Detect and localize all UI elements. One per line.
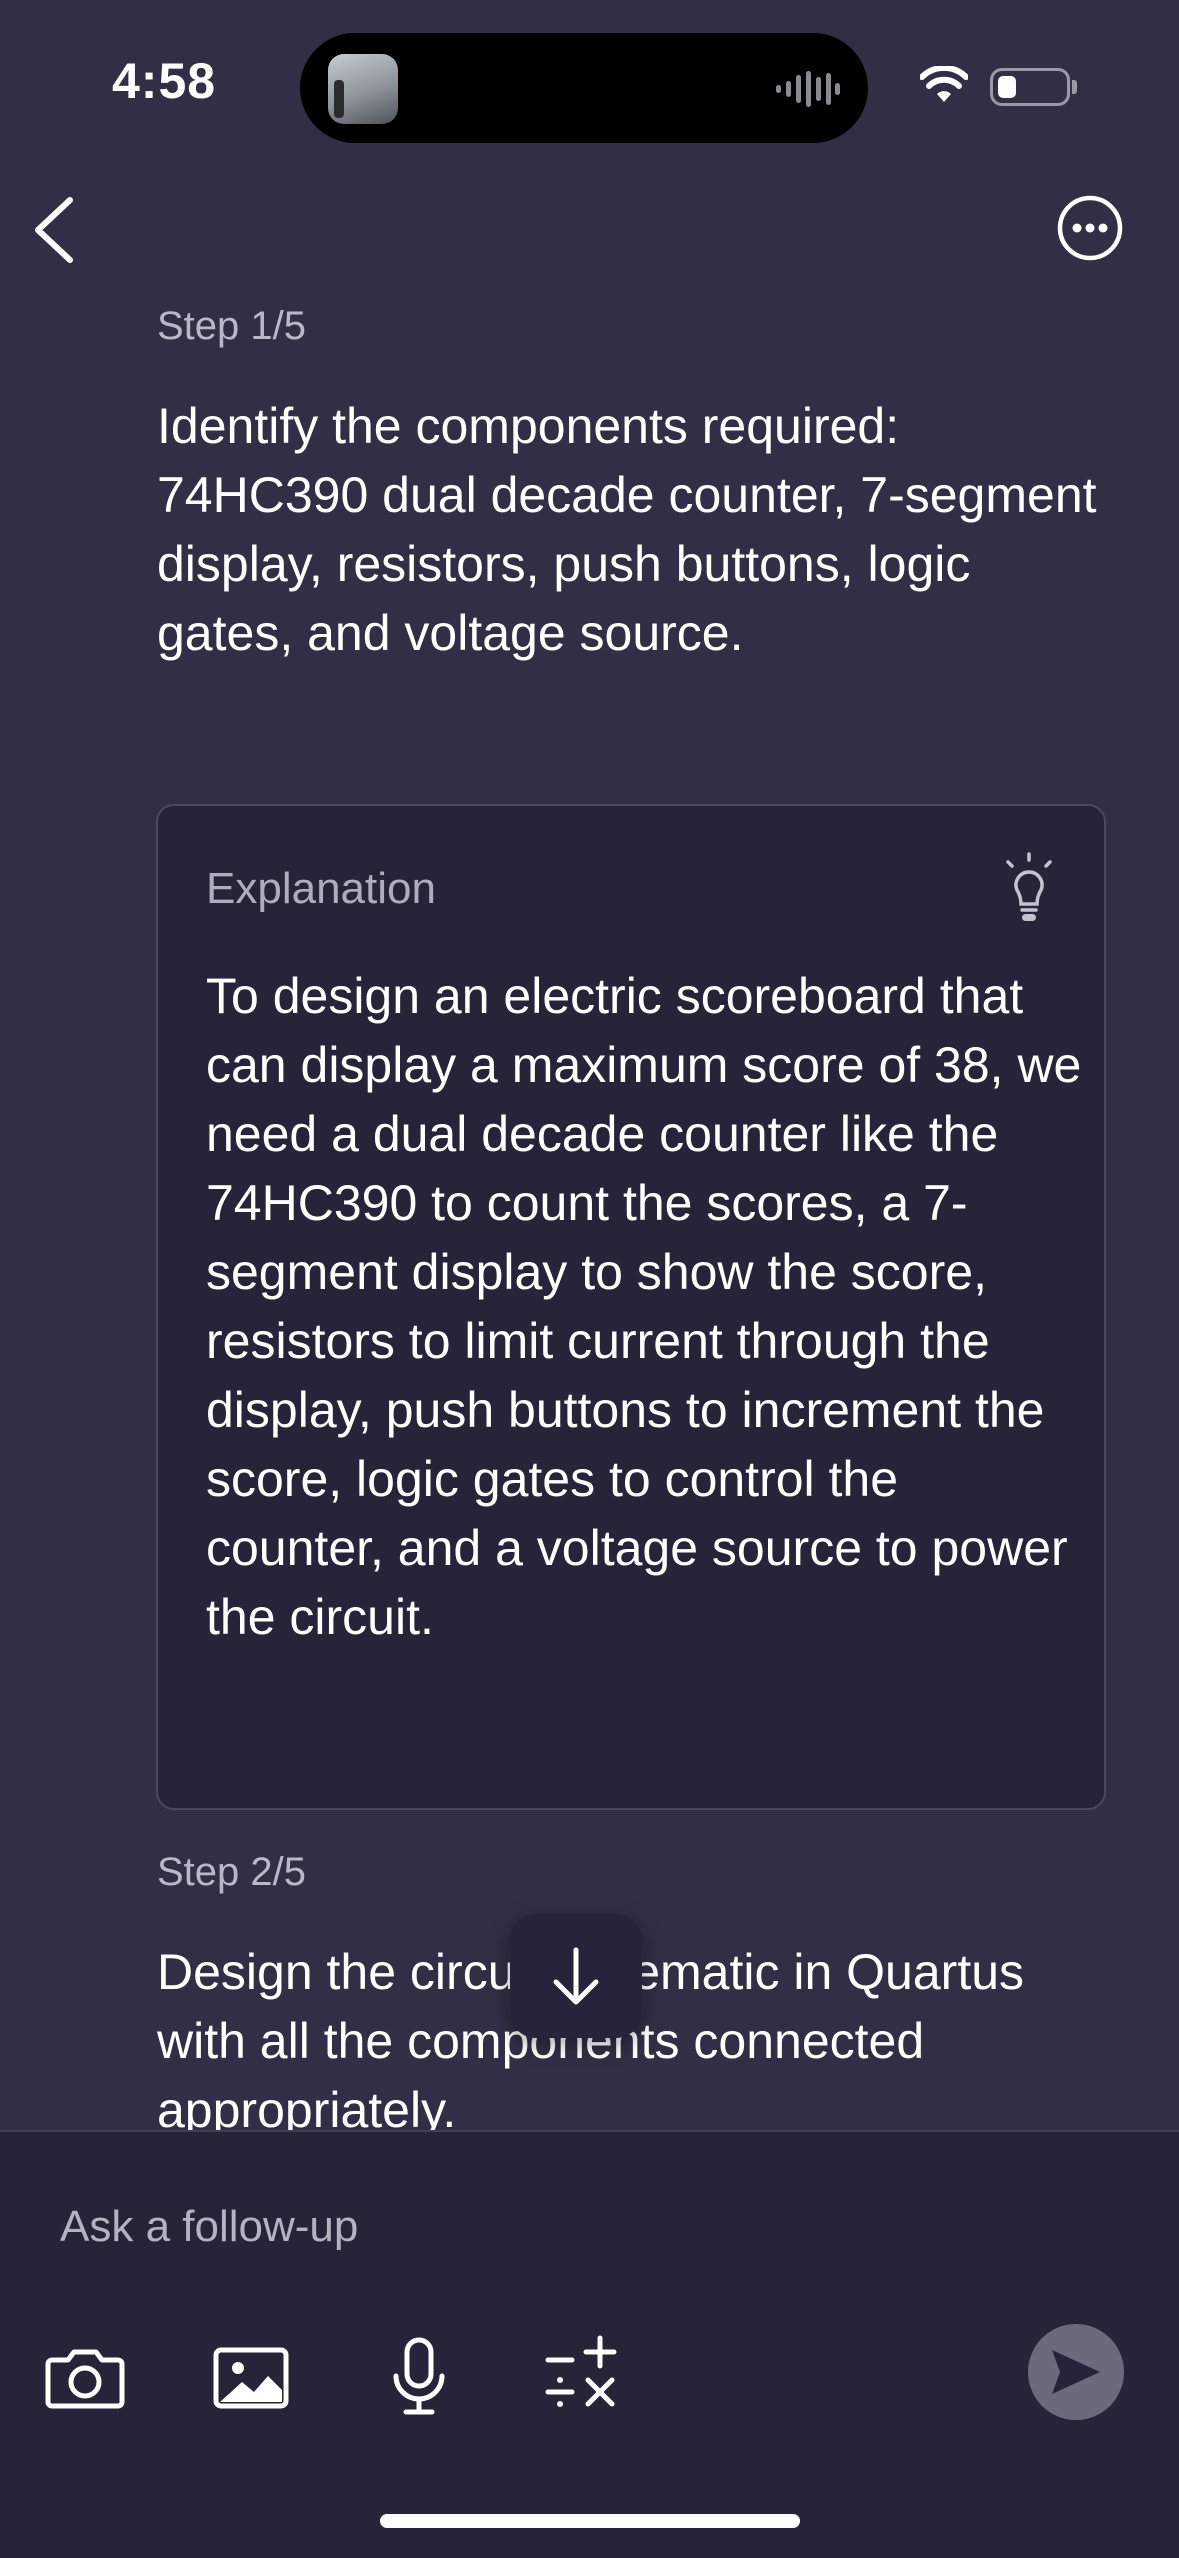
back-button[interactable] — [22, 190, 92, 270]
audio-waveform-icon — [776, 71, 840, 107]
microphone-icon — [393, 2337, 445, 2415]
battery-icon — [990, 68, 1070, 106]
arrow-down-icon — [553, 1947, 599, 2005]
step-1-label: Step 1/5 — [157, 304, 307, 348]
explanation-title: Explanation — [206, 864, 436, 913]
battery-tip — [1072, 80, 1077, 94]
follow-up-panel — [0, 2130, 1179, 2558]
ellipsis-circle-icon — [1057, 195, 1123, 261]
home-indicator — [380, 2514, 800, 2528]
explanation-card: Explanation To design an electric scoreb… — [156, 804, 1106, 1810]
microphone-button[interactable] — [374, 2332, 464, 2422]
send-icon — [1052, 2350, 1100, 2394]
camera-button[interactable] — [40, 2332, 130, 2422]
math-operators-icon — [545, 2335, 617, 2407]
wifi-icon — [920, 66, 968, 102]
math-input-button[interactable] — [540, 2332, 630, 2422]
dynamic-island — [300, 33, 868, 143]
scroll-to-bottom-button[interactable] — [510, 1914, 642, 2038]
follow-up-input[interactable] — [60, 2192, 960, 2262]
now-playing-thumbnail — [328, 54, 398, 124]
more-options-button[interactable] — [1056, 194, 1124, 262]
step-2-label: Step 2/5 — [157, 1850, 307, 1894]
camera-icon — [45, 2349, 125, 2409]
step-1-text: Identify the components required: 74HC39… — [157, 398, 1097, 661]
chevron-left-icon — [35, 197, 73, 263]
lightbulb-icon[interactable] — [994, 852, 1064, 930]
image-icon — [213, 2347, 289, 2409]
send-button[interactable] — [1028, 2324, 1124, 2420]
status-time: 4:58 — [112, 53, 217, 109]
image-upload-button[interactable] — [206, 2332, 296, 2422]
explanation-text: To design an electric scoreboard that ca… — [206, 968, 1082, 1645]
